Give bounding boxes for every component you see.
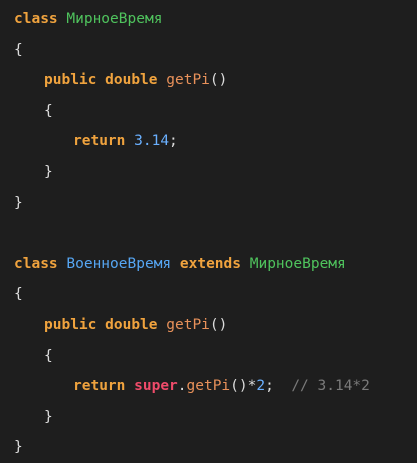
keyword-public: public — [44, 316, 97, 333]
keyword-class: class — [14, 255, 58, 272]
method-parens: () — [209, 316, 228, 333]
keyword-double: double — [105, 72, 158, 89]
semicolon: ; — [169, 133, 178, 150]
open-brace: { — [44, 102, 53, 119]
open-brace: { — [14, 286, 23, 303]
close-brace: } — [14, 439, 23, 456]
method-name-getpi: getPi — [166, 316, 210, 333]
class-name-voennoe-vremya: ВоенноеВремя — [66, 255, 172, 272]
code-line-3: public double getPi() — [14, 65, 417, 96]
keyword-class: class — [14, 11, 58, 27]
dot-operator: . — [177, 378, 187, 395]
code-line-1: class МирноеВремя — [14, 4, 417, 35]
code-line-2: { — [14, 35, 417, 66]
close-brace: } — [14, 194, 23, 211]
semicolon: ; — [265, 378, 274, 395]
code-line-7: } — [14, 188, 417, 219]
number-literal: 2 — [256, 378, 266, 395]
code-comment: // 3.14*2 — [291, 378, 370, 395]
code-line-12: { — [14, 341, 417, 372]
method-parens: () — [209, 72, 228, 89]
open-brace: { — [14, 41, 23, 58]
code-line-10: { — [14, 279, 417, 310]
keyword-super: super — [134, 378, 178, 395]
open-brace: { — [44, 347, 53, 364]
method-parens: () — [230, 378, 248, 395]
parent-class-name: МирноеВремя — [249, 255, 346, 272]
keyword-extends: extends — [179, 255, 241, 272]
code-editor: class МирноеВремя { public double getPi(… — [0, 0, 417, 460]
close-brace: } — [44, 408, 53, 425]
keyword-public: public — [44, 72, 97, 89]
code-line-13: return super.getPi()*2; // 3.14*2 — [14, 371, 417, 402]
class-name-mirnoe-vremya: МирноеВремя — [66, 11, 163, 27]
method-name-getpi: getPi — [166, 72, 210, 89]
code-line-9: class ВоенноеВремя extends МирноеВремя — [14, 249, 417, 280]
keyword-return: return — [73, 133, 126, 150]
code-line-15: } — [14, 432, 417, 463]
code-line-5: return 3.14; — [14, 126, 417, 157]
close-brace: } — [44, 163, 53, 180]
code-line-4: { — [14, 96, 417, 127]
code-line-11: public double getPi() — [14, 310, 417, 341]
code-line-8-blank — [14, 218, 417, 249]
code-line-14: } — [14, 402, 417, 433]
keyword-double: double — [105, 316, 158, 333]
keyword-return: return — [73, 378, 126, 395]
number-literal: 3.14 — [134, 133, 170, 150]
code-line-6: } — [14, 157, 417, 188]
method-call-getpi: getPi — [186, 378, 231, 395]
